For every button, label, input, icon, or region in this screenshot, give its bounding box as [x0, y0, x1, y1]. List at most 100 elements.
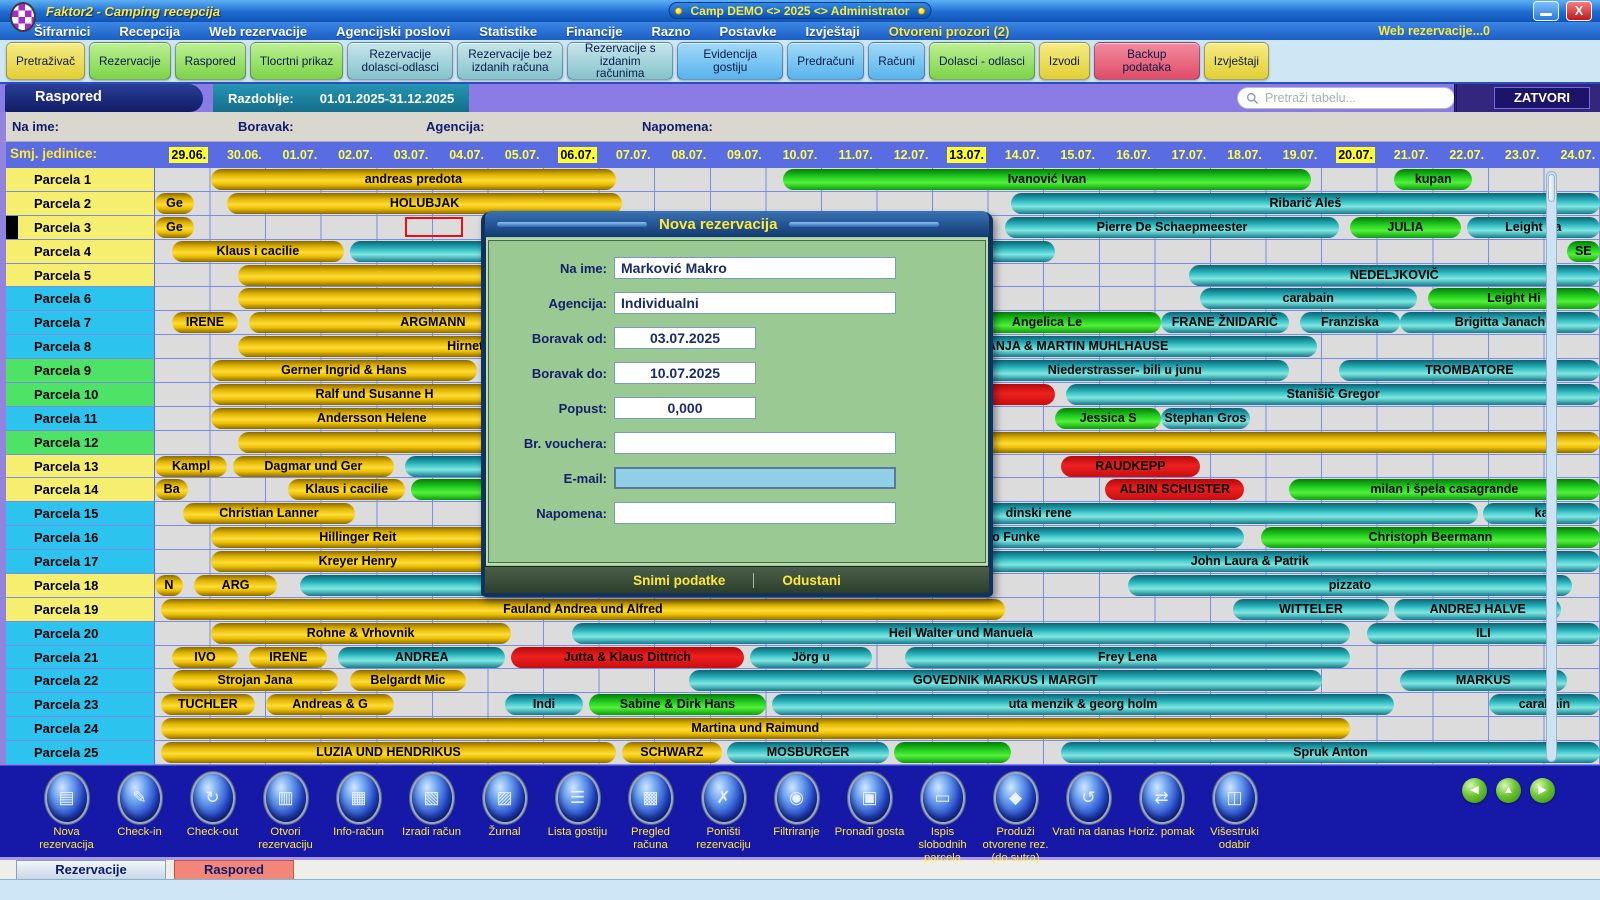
toolbar-button-rezervacije-bez-izdanih-ra-una[interactable]: Rezervacije bez izdanih računa [457, 42, 563, 80]
reservation-bar[interactable]: IRENE [172, 312, 239, 333]
bottom-button-filtriranje[interactable]: ◉Filtriranje [760, 774, 833, 839]
toolbar-button-rezervacije-s-izdanim-ra-unima[interactable]: Rezervacije s izdanim računima [567, 42, 673, 80]
bottom-button-check-out[interactable]: ↻Check-out [176, 774, 249, 839]
row-label-parcela-11[interactable]: Parcela 11 [0, 407, 155, 431]
bottom-button-izradi-ra-un[interactable]: ▧Izradi račun [395, 774, 468, 839]
reservation-bar[interactable]: ARG [194, 575, 277, 596]
reservation-bar[interactable]: WITTELER [1233, 599, 1389, 620]
row-label-parcela-17[interactable]: Parcela 17 [0, 550, 155, 574]
reservation-bar[interactable]: Kreyer Henry [211, 551, 506, 572]
row-label-parcela-16[interactable]: Parcela 16 [0, 526, 155, 550]
row-label-parcela-3[interactable]: Parcela 3 [0, 216, 155, 240]
reservation-bar[interactable]: Ba [155, 479, 188, 500]
tab-raspored[interactable]: Raspored [174, 860, 294, 879]
row-label-parcela-21[interactable]: Parcela 21 [0, 646, 155, 670]
menu-item-postavke[interactable]: Postavke [719, 24, 776, 39]
bottom-button-poni-ti-rezervaciju[interactable]: ✗Poništi rezervaciju [687, 774, 760, 852]
voucher-field[interactable] [614, 432, 896, 454]
reservation-bar[interactable]: FRANE ŽNIDARIČ [1161, 312, 1289, 333]
reservation-bar[interactable]: ALBIN SCHUSTER [1105, 479, 1244, 500]
row-label-parcela-9[interactable]: Parcela 9 [0, 359, 155, 383]
toolbar-button-predra-uni[interactable]: Predračuni [787, 42, 864, 80]
row-label-parcela-4[interactable]: Parcela 4 [0, 240, 155, 264]
bottom-button-pregled-ra-una[interactable]: ▩Pregled računa [614, 774, 687, 852]
reservation-bar[interactable]: andreas predota [211, 169, 617, 190]
bottom-button-prona-i-gosta[interactable]: ▣Pronađi gosta [833, 774, 906, 839]
toolbar-button-rezervacije[interactable]: Rezervacije [89, 42, 171, 80]
bottom-button-nova-rezervacija[interactable]: ▤Nova rezervacija [30, 774, 103, 852]
reservation-bar[interactable]: JULIA [1350, 217, 1461, 238]
row-label-parcela-22[interactable]: Parcela 22 [0, 669, 155, 693]
reservation-bar[interactable]: Ivanović Ivan [783, 169, 1311, 190]
toolbar-button-backup-podataka[interactable]: Backup podataka [1094, 42, 1200, 80]
email-field[interactable] [614, 467, 896, 489]
toolbar-button-evidencija-gostiju[interactable]: Evidencija gostiju [677, 42, 783, 80]
reservation-bar[interactable]: Niederstrasser- bili u junu [961, 360, 1289, 381]
reservation-bar[interactable]: SCHWARZ [622, 742, 722, 763]
name-field[interactable] [614, 257, 896, 279]
toolbar-button-raspored[interactable]: Raspored [175, 42, 246, 80]
toolbar-button-tlocrtni-prikaz[interactable]: Tlocrtni prikaz [250, 42, 343, 80]
reservation-bar[interactable]: ILI [1367, 623, 1600, 644]
row-label-parcela-7[interactable]: Parcela 7 [0, 311, 155, 335]
reservation-bar[interactable]: GOVEDNIK MARKUS I MARGIT [689, 670, 1323, 691]
reservation-bar[interactable]: TUCHLER [161, 694, 255, 715]
reservation-bar[interactable]: IVO [172, 647, 239, 668]
reservation-bar[interactable]: RAUDKEPP [1061, 456, 1200, 477]
menu-item-agencijski-poslovi[interactable]: Agencijski poslovi [336, 24, 450, 39]
row-label-parcela-14[interactable]: Parcela 14 [0, 478, 155, 502]
row-label-parcela-18[interactable]: Parcela 18 [0, 574, 155, 598]
row-label-parcela-13[interactable]: Parcela 13 [0, 455, 155, 479]
toolbar-button-pretra-iva-[interactable]: Pretraživač [6, 42, 85, 80]
reservation-bar[interactable]: Indi [505, 694, 583, 715]
reservation-bar[interactable]: LUZIA UND HENDRIKUS [161, 742, 617, 763]
reservation-bar[interactable]: Heil Walter und Manuela [572, 623, 1350, 644]
reservation-bar[interactable]: MARKUS [1400, 670, 1567, 691]
menu-item-otvoreni-prozori[interactable]: Otvoreni prozori (2) [889, 24, 1010, 39]
reservation-bar[interactable]: Jörg u [750, 647, 872, 668]
reservation-bar[interactable]: Ge [155, 217, 194, 238]
reservation-bar[interactable]: Rohne & Vrhovnik [211, 623, 511, 644]
menu-item-recepcija[interactable]: Recepcija [119, 24, 180, 39]
scroll-left-button[interactable]: ◀ [1462, 778, 1487, 803]
reservation-bar[interactable]: Ribarič Aleš [1011, 193, 1600, 214]
save-button[interactable]: Snimi podatke [633, 573, 725, 588]
toolbar-button-ra-uni[interactable]: Računi [868, 42, 925, 80]
row-label-parcela-2[interactable]: Parcela 2 [0, 192, 155, 216]
search-input[interactable] [1265, 91, 1446, 105]
reservation-bar[interactable]: Klaus i cacilie [172, 241, 344, 262]
stay-to-field[interactable] [614, 362, 756, 384]
reservation-bar[interactable]: Hillinger Reit [211, 527, 506, 548]
toolbar-button-izvje-taji[interactable]: Izvještaji [1204, 42, 1269, 80]
reservation-bar[interactable]: IRENE [249, 647, 327, 668]
vertical-scrollbar[interactable] [1546, 171, 1557, 762]
bottom-button-lista-gostiju[interactable]: ☰Lista gostiju [541, 774, 614, 839]
reservation-bar[interactable]: Strojan Jana [172, 670, 339, 691]
scroll-up-button[interactable]: ▲ [1496, 778, 1521, 803]
reservation-bar[interactable]: N [155, 575, 183, 596]
reservation-bar[interactable]: Belgardt Mic [350, 670, 467, 691]
reservation-bar[interactable]: John Laura & Patrik [900, 551, 1600, 572]
reservation-bar[interactable]: ANDREA [338, 647, 505, 668]
reservation-bar[interactable]: NEDELJKOVIČ [1189, 265, 1600, 286]
bottom-button-produ-i-otvorene-rez-do-sutra-[interactable]: ◆Produži otvorene rez. (do sutra) [979, 774, 1052, 865]
reservation-bar[interactable]: Ge [155, 193, 194, 214]
menu-item-izvje-taji[interactable]: Izvještaji [806, 24, 860, 39]
scroll-right-button[interactable]: ▶ [1530, 778, 1555, 803]
cancel-button[interactable]: Odustani [782, 573, 841, 588]
bottom-button-check-in[interactable]: ✎Check-in [103, 774, 176, 839]
menu-item-statistike[interactable]: Statistike [479, 24, 537, 39]
discount-field[interactable] [614, 397, 756, 419]
stay-from-field[interactable] [614, 327, 756, 349]
selection-box[interactable] [405, 217, 463, 237]
bottom-button-otvori-rezervaciju[interactable]: ▥Otvori rezervaciju [249, 774, 322, 852]
close-button[interactable]: X [1566, 1, 1592, 21]
reservation-bar[interactable]: Jessica S [1055, 408, 1161, 429]
reservation-bar[interactable]: Pierre De Schaepmeester [1005, 217, 1338, 238]
reservation-bar[interactable]: Stephan Gros [1161, 408, 1250, 429]
reservation-bar[interactable]: Frey Lena [905, 647, 1350, 668]
bottom-button-vrati-na-danas[interactable]: ↺Vrati na danas [1052, 774, 1125, 839]
row-label-parcela-10[interactable]: Parcela 10 [0, 383, 155, 407]
reservation-bar[interactable]: MOSBURGER [727, 742, 888, 763]
minimize-button[interactable] [1533, 1, 1559, 21]
